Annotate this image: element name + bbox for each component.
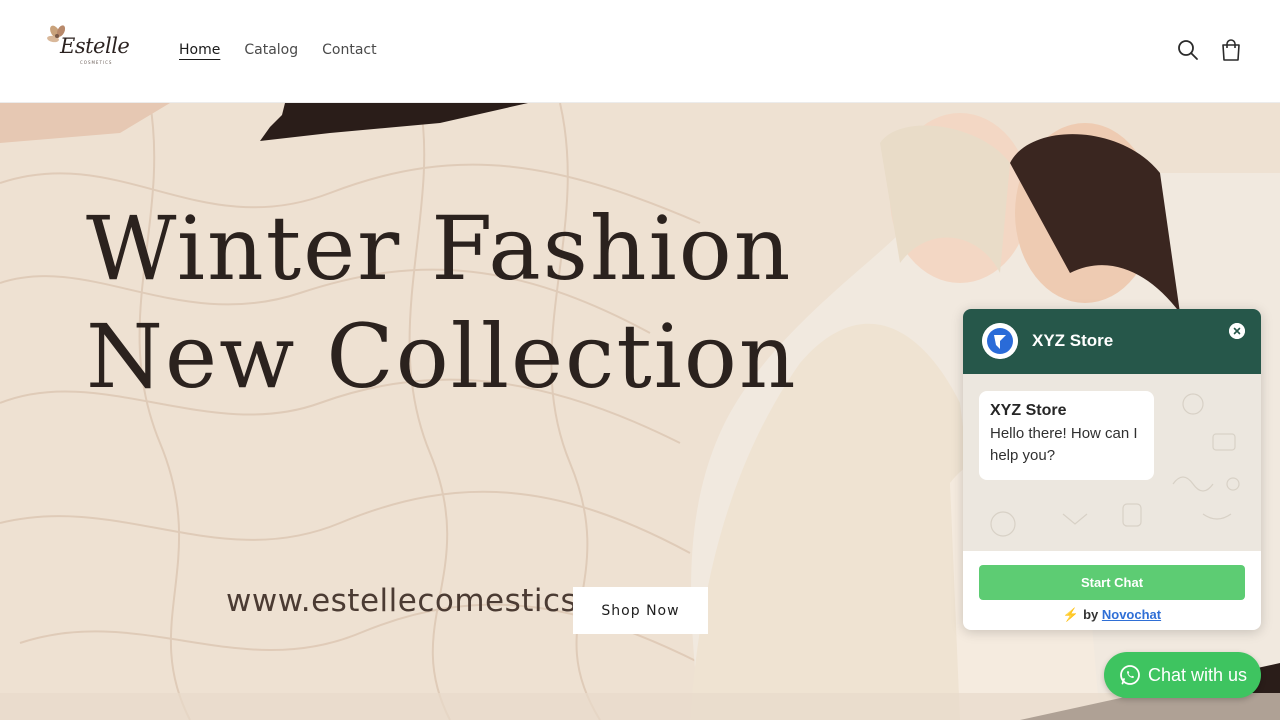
bolt-icon: ⚡ (1062, 607, 1080, 622)
main-nav: Home Catalog Contact (179, 42, 377, 58)
chat-body: XYZ Store Hello there! How can I help yo… (963, 374, 1261, 551)
cart-icon[interactable] (1217, 36, 1245, 64)
chat-header: XYZ Store (963, 309, 1261, 374)
logo-subtext: COSMETICS (80, 60, 113, 65)
whatsapp-icon (1120, 665, 1140, 685)
chat-widget: XYZ Store XYZ Store Hello there! How can… (963, 309, 1261, 630)
headline-line-1: Winter Fashion (86, 197, 793, 300)
chat-message-bubble: XYZ Store Hello there! How can I help yo… (979, 391, 1154, 480)
chat-title: XYZ Store (1032, 331, 1114, 350)
close-icon[interactable] (1229, 323, 1245, 339)
headline-line-2: New Collection (86, 305, 798, 408)
store-avatar-icon (982, 323, 1018, 359)
novochat-link[interactable]: Novochat (1102, 607, 1161, 622)
message-sender: XYZ Store (990, 402, 1067, 419)
powered-by: ⚡ by Novochat (963, 607, 1261, 623)
nav-home[interactable]: Home (179, 42, 220, 58)
powered-prefix: by (1083, 607, 1099, 622)
shop-now-button[interactable]: Shop Now (573, 587, 708, 634)
start-chat-button[interactable]: Start Chat (979, 565, 1245, 600)
site-header: Estelle COSMETICS Home Catalog Contact (0, 0, 1280, 103)
message-text: Hello there! How can I help you? (990, 425, 1138, 464)
logo-text: Estelle (60, 34, 130, 58)
hero-headline: Winter Fashion New Collection (86, 195, 798, 411)
search-icon[interactable] (1174, 36, 1202, 64)
nav-catalog[interactable]: Catalog (244, 42, 298, 58)
chat-with-us-button[interactable]: Chat with us (1104, 652, 1261, 698)
nav-contact[interactable]: Contact (322, 42, 376, 58)
chat-with-us-label: Chat with us (1147, 664, 1248, 685)
logo[interactable]: Estelle COSMETICS (46, 24, 130, 70)
